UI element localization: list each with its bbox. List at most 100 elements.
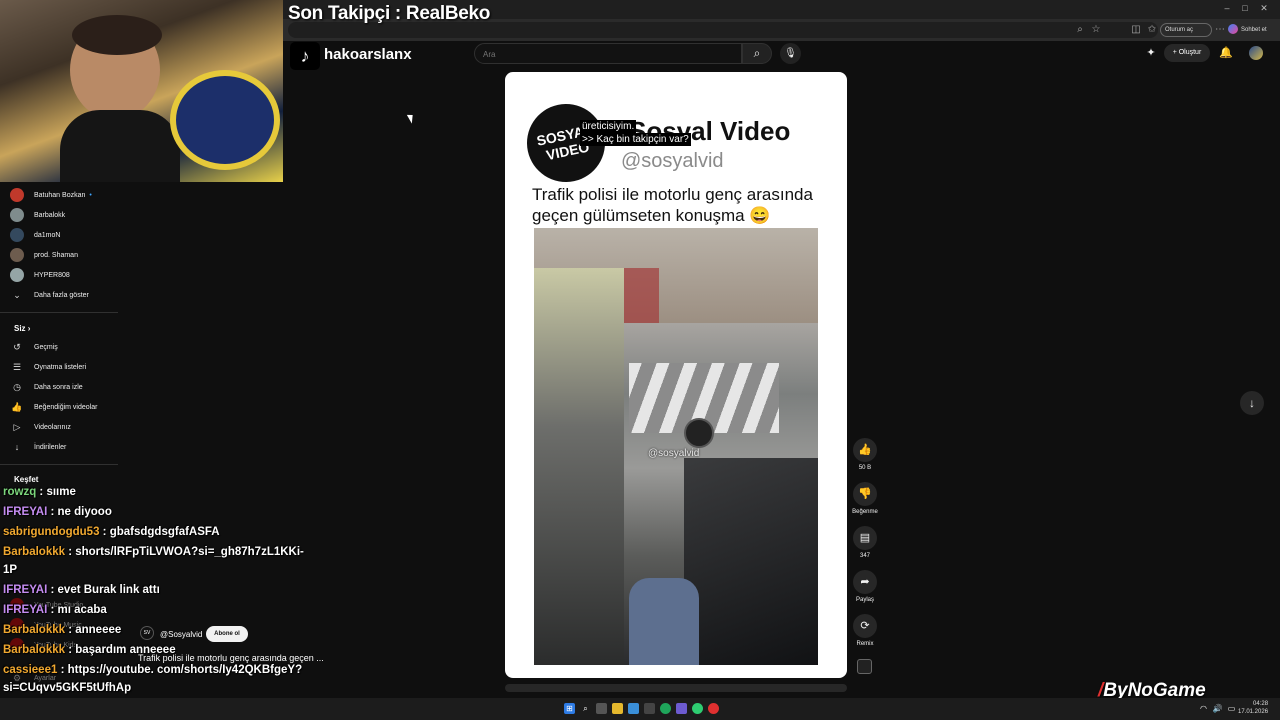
sidebar-item-your-videos[interactable]: ▷ Videolarınız [10, 419, 120, 437]
dislike-button[interactable]: 👎 [853, 482, 877, 506]
maximize-icon[interactable]: □ [1240, 3, 1250, 13]
shorts-player[interactable]: SOSYAL VIDEO Sosyal Video @sosyalvid Tra… [505, 72, 847, 678]
next-short-preview[interactable] [505, 684, 847, 692]
sidebar-divider [0, 312, 118, 313]
share-button[interactable]: ➦ [853, 570, 877, 594]
chat-message: IFREYAI : evet Burak link attı [3, 584, 160, 596]
chat-text: : anneeee [65, 624, 122, 636]
webcam-flag [170, 70, 280, 170]
channel-avatar[interactable]: SV [140, 626, 154, 640]
wifi-icon[interactable]: ◠ [1198, 703, 1209, 714]
chat-text: : shorts/lRFpTiLVWOA?si=_gh87h7zL1KKi- [65, 546, 304, 558]
like-button[interactable]: 👍 [853, 438, 877, 462]
sidebar-divider [0, 464, 118, 465]
studio-icon[interactable]: ✦ [1144, 46, 1158, 60]
thumbs-down-icon: 👎 [858, 488, 872, 500]
split-view-icon[interactable]: ◫ [1130, 24, 1142, 36]
windows-start-icon[interactable]: ⊞ [564, 703, 575, 714]
chat-user: rowzq [3, 486, 37, 498]
video-rider-leg [629, 578, 699, 665]
video-icon: ▷ [13, 422, 21, 433]
video-caption-line: >> Kaç bin takipçin var? [580, 133, 691, 146]
sidebar-item-subscription[interactable]: prod. Shaman [10, 247, 120, 265]
profile-signin-button[interactable]: Oturum aç [1160, 23, 1212, 37]
sidebar-item-downloads[interactable]: ↓ İndirilenler [10, 439, 120, 457]
taskbar-date: 17.01.2026 [1238, 709, 1269, 715]
minimize-icon[interactable]: – [1222, 3, 1232, 13]
tiktok-logo-icon[interactable]: ♪ [290, 42, 320, 70]
search-icon[interactable]: ⌕ [580, 703, 591, 714]
chat-message: Barbalokkk : anneeee [3, 624, 121, 636]
favorites-icon[interactable]: ✩ [1146, 24, 1158, 36]
chat-message-continued: 1P [3, 564, 17, 576]
app-icon[interactable] [644, 703, 655, 714]
zoom-icon[interactable]: ⌕ [1074, 24, 1086, 36]
chat-user: Barbalokkk [3, 624, 66, 636]
thumbs-up-icon: 👍 [11, 402, 23, 413]
taskbar-clock[interactable]: 04:28 17.01.2026 [1238, 700, 1268, 716]
short-channel-handle[interactable]: @Sosyalvid [160, 630, 202, 639]
webcam-hair [72, 15, 162, 55]
chevron-right-icon: › [27, 324, 31, 333]
next-short-arrow-icon[interactable]: ↓ [1240, 391, 1264, 415]
sound-thumbnail-icon[interactable] [857, 659, 872, 674]
chat-message: sabrigundogdu53 : gbafsdgdsgfafASFA [3, 526, 220, 538]
comments-button[interactable]: ▤ [853, 526, 877, 550]
chat-user: cassieee1 [3, 664, 58, 676]
chat-message: Barbalokkk : shorts/lRFpTiLVWOA?si=_gh87… [3, 546, 304, 558]
chat-user: Barbalokkk [3, 644, 66, 656]
notifications-bell-icon[interactable]: 🔔 [1219, 46, 1233, 60]
sidebar-section-you[interactable]: Siz › [14, 324, 30, 333]
avatar[interactable] [1249, 46, 1263, 60]
sidebar-item-liked-videos[interactable]: 👍 Beğendiğim videolar [10, 399, 120, 417]
chat-user: IFREYAI [3, 604, 48, 616]
close-icon[interactable]: ✕ [1259, 3, 1269, 13]
copilot-chat-button[interactable]: Sohbet et [1228, 23, 1278, 37]
search-input[interactable] [475, 45, 741, 64]
task-view-icon[interactable] [596, 703, 607, 714]
file-explorer-icon[interactable] [612, 703, 623, 714]
history-icon: ↺ [13, 342, 21, 353]
sidebar-item-subscription[interactable]: da1moN [10, 227, 120, 245]
sidebar-item-subscription[interactable]: Barbalokk [10, 207, 120, 225]
playlist-icon: ☰ [12, 362, 22, 373]
remix-button[interactable]: ⟳ [853, 614, 877, 638]
video-frame[interactable]: @sosyalvid [534, 228, 818, 665]
chat-message: cassieee1 : https://youtube. com/shorts/… [3, 664, 302, 676]
sidebar-item-subscription[interactable]: HYPER808 [10, 267, 120, 285]
subscribe-button[interactable]: Abone ol [206, 626, 248, 642]
search-box[interactable] [474, 43, 742, 64]
spotify-icon[interactable] [692, 703, 703, 714]
dislike-label: Beğenme [852, 509, 878, 515]
battery-icon[interactable]: ▭ [1226, 703, 1237, 714]
chat-text: : https://youtube. com/shorts/Iy42QKBfge… [57, 664, 303, 676]
app-icon[interactable] [628, 703, 639, 714]
edge-icon[interactable] [660, 703, 671, 714]
sidebar-item-playlists[interactable]: ☰ Oynatma listeleri [10, 359, 120, 377]
chat-text: si=CUqvv5GKF5tUfhAp [3, 682, 132, 694]
mouse-cursor-icon [406, 112, 417, 124]
windows-taskbar [0, 698, 1280, 720]
sidebar-show-more[interactable]: ⌄ Daha fazla göster [10, 287, 120, 305]
chat-message: Barbalokkk : başardım anneeee [3, 644, 176, 656]
chat-text: : başardım anneeee [65, 644, 176, 656]
download-icon: ↓ [14, 442, 20, 453]
search-icon[interactable]: ⌕ [742, 43, 772, 64]
chevron-down-icon: ⌄ [13, 290, 21, 301]
more-menu-icon[interactable]: ⋯ [1214, 24, 1226, 36]
volume-icon[interactable]: 🔊 [1212, 703, 1223, 714]
channel-name: hakoarslanx [324, 46, 412, 63]
bookmark-star-icon[interactable]: ☆ [1090, 24, 1102, 36]
chat-user: Barbalokkk [3, 546, 66, 558]
sidebar-section-explore: Keşfet [14, 475, 39, 484]
copilot-chat-label: Sohbet et [1241, 27, 1267, 33]
chat-text: : evet Burak link attı [47, 584, 160, 596]
app-icon[interactable] [676, 703, 687, 714]
app-icon[interactable] [708, 703, 719, 714]
sidebar-item-history[interactable]: ↺ Geçmiş [10, 339, 120, 357]
channel-avatar [10, 248, 24, 263]
microphone-icon[interactable]: 🎙 [780, 43, 801, 64]
create-button[interactable]: + Oluştur [1164, 44, 1210, 62]
sidebar-item-watch-later[interactable]: ◷ Daha sonra izle [10, 379, 120, 397]
sidebar-item-subscription[interactable]: Batuhan Bozkan • [10, 187, 120, 205]
